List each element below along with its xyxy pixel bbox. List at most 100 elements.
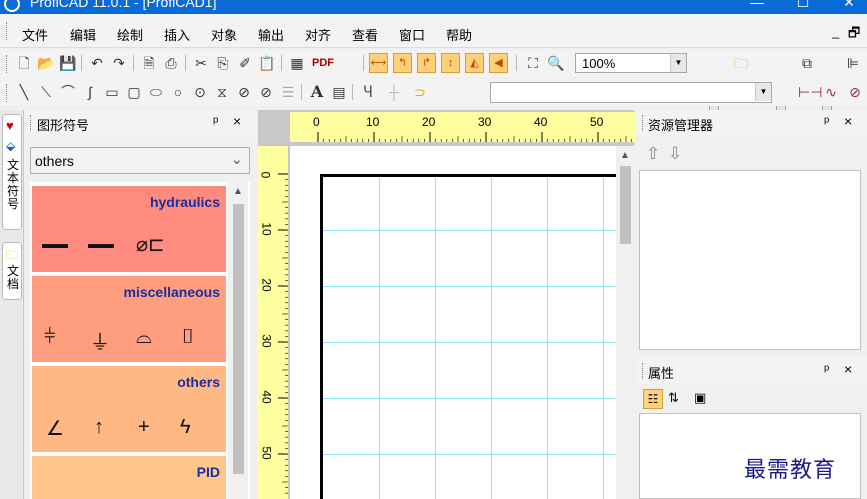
toolbar-grip[interactable] bbox=[6, 84, 8, 102]
ellipse-tool-icon[interactable]: ⬭ bbox=[147, 83, 165, 101]
export-image-icon[interactable]: ▦ bbox=[288, 54, 306, 72]
close-button[interactable]: ✕ bbox=[829, 0, 867, 11]
menu-object[interactable]: 对象 bbox=[211, 25, 237, 44]
menu-help[interactable]: 帮助 bbox=[446, 25, 472, 44]
rounded-rect-tool-icon[interactable]: ▢ bbox=[125, 83, 143, 101]
library-card-pid[interactable]: PID bbox=[32, 456, 226, 499]
symbol-glyph: ⌀⊏ bbox=[136, 234, 165, 256]
rectangle-tool-icon[interactable]: ▭ bbox=[103, 83, 121, 101]
polyline-tool-icon[interactable]: ⟍ bbox=[37, 83, 55, 101]
resource-tree[interactable] bbox=[639, 170, 861, 350]
close-icon[interactable]: × bbox=[844, 361, 852, 377]
slashed-circle-icon[interactable]: ⊘ bbox=[235, 83, 253, 101]
flip-horizontal-icon[interactable]: ⟷ bbox=[369, 53, 388, 73]
layers-icon[interactable]: ⧉ bbox=[798, 54, 816, 72]
wire-tool-icon[interactable]: Ⴗ bbox=[359, 83, 377, 101]
angle-dimension-icon[interactable]: ∿ bbox=[822, 83, 840, 101]
copy-icon[interactable]: ⎘ bbox=[214, 54, 232, 72]
lens-tool-icon[interactable]: ⊘ bbox=[257, 83, 275, 101]
scroll-thumb[interactable] bbox=[233, 204, 244, 474]
save-icon[interactable]: 💾 bbox=[59, 54, 77, 72]
pin-icon[interactable]: ᵖ bbox=[824, 361, 829, 377]
text-block-icon[interactable]: ▤ bbox=[330, 83, 348, 101]
paste-icon[interactable]: 📋 bbox=[258, 54, 276, 72]
print-icon[interactable]: ⎙ bbox=[162, 54, 180, 72]
align-left-icon[interactable]: ◀ bbox=[489, 53, 508, 73]
drawing-paper[interactable] bbox=[290, 146, 616, 499]
panel-grip[interactable] bbox=[30, 115, 32, 131]
line-tool-icon[interactable]: ╲ bbox=[15, 83, 33, 101]
panel-grip[interactable] bbox=[642, 363, 644, 379]
menu-align[interactable]: 对齐 bbox=[305, 25, 331, 44]
no-entry-icon[interactable]: ⊘ bbox=[846, 83, 864, 101]
folder-icon[interactable]: 🗀 bbox=[732, 54, 750, 72]
menu-view[interactable]: 查看 bbox=[352, 25, 378, 44]
library-title: PID bbox=[196, 464, 220, 480]
menu-draw[interactable]: 绘制 bbox=[117, 25, 143, 44]
rotate-right-icon[interactable]: ↱ bbox=[417, 53, 436, 73]
library-scrollbar[interactable]: ▲ bbox=[228, 182, 248, 499]
menu-insert[interactable]: 插入 bbox=[164, 25, 190, 44]
open-folder-icon[interactable]: 📂 bbox=[37, 54, 55, 72]
menu-file[interactable]: 文件 bbox=[22, 25, 48, 44]
dimension-tool-icon[interactable]: ⊢⊣ bbox=[798, 83, 822, 101]
zoom-combo[interactable]: 100% ▼ bbox=[575, 53, 687, 73]
junction-tool-icon[interactable]: ┼ bbox=[385, 83, 403, 101]
arrow-down-icon[interactable]: ⇩ bbox=[668, 144, 682, 164]
toolbar-grip[interactable] bbox=[6, 55, 8, 73]
category-select[interactable]: others ⌄ bbox=[30, 147, 250, 174]
tab-documents[interactable]: 🗀 文档 bbox=[2, 242, 22, 300]
chevron-down-icon[interactable]: ▼ bbox=[670, 54, 686, 72]
hatch-tool-icon[interactable]: ☰ bbox=[279, 83, 297, 101]
menu-edit[interactable]: 编辑 bbox=[70, 25, 96, 44]
scroll-up-icon[interactable]: ▲ bbox=[617, 150, 633, 161]
canvas-scrollbar[interactable]: ▲ bbox=[616, 146, 634, 499]
mdi-restore-button[interactable]: 🗗 bbox=[848, 24, 860, 46]
mdi-minimize-button[interactable]: _ bbox=[832, 24, 839, 39]
circle-tool-icon[interactable]: ○ bbox=[169, 83, 187, 101]
bus-tool-icon[interactable]: ⊃ bbox=[411, 83, 429, 101]
mirror-icon[interactable]: ◭ bbox=[465, 53, 484, 73]
align-tools-icon[interactable]: ⊫ bbox=[844, 54, 862, 72]
categorized-view-icon[interactable]: ☷ bbox=[643, 389, 663, 409]
panel-grip[interactable] bbox=[642, 115, 644, 131]
cut-icon[interactable]: ✂ bbox=[192, 54, 210, 72]
menu-window[interactable]: 窗口 bbox=[399, 25, 425, 44]
print-preview-icon[interactable]: 🗎 bbox=[140, 54, 158, 72]
arc-tool-icon[interactable]: ⌒ bbox=[59, 83, 77, 101]
sort-alpha-icon[interactable]: ⇅ bbox=[668, 390, 679, 406]
zoom-icon[interactable]: 🔍 bbox=[547, 54, 565, 72]
library-card-hydraulics[interactable]: hydraulics ▬▬ ▬▬ ⌀⊏ bbox=[32, 186, 226, 272]
menubar-grip[interactable] bbox=[6, 22, 8, 40]
circle-center-tool-icon[interactable]: ⊙ bbox=[191, 83, 209, 101]
undo-icon[interactable]: ↶ bbox=[88, 54, 106, 72]
maximize-button[interactable]: ☐ bbox=[783, 0, 823, 11]
text-tool-icon[interactable]: A bbox=[308, 83, 326, 101]
curve-tool-icon[interactable]: ∫ bbox=[81, 83, 99, 101]
library-card-miscellaneous[interactable]: miscellaneous ⫩ ⏚ ⌓ ⌷ bbox=[32, 276, 226, 362]
line-style-combo[interactable]: ▼ bbox=[490, 82, 772, 103]
redo-icon[interactable]: ↷ bbox=[110, 54, 128, 72]
close-icon[interactable]: × bbox=[233, 113, 241, 129]
hourglass-tool-icon[interactable]: ⧖ bbox=[213, 83, 231, 101]
zoom-fit-icon[interactable]: ⛶ bbox=[524, 54, 542, 72]
minimize-button[interactable]: — bbox=[737, 0, 777, 10]
ruler-label: 20 bbox=[422, 115, 436, 129]
pdf-export-icon[interactable]: PDF bbox=[310, 54, 336, 72]
rotate-left-icon[interactable]: ↰ bbox=[393, 53, 412, 73]
tab-symbols[interactable]: ♥ ⬙ 文本符号 bbox=[2, 114, 22, 230]
resource-panel-header: 资源管理器 ᵖ × bbox=[636, 110, 867, 135]
library-card-others[interactable]: others ∠ ↑ + ϟ bbox=[32, 366, 226, 452]
scroll-up-icon[interactable]: ▲ bbox=[230, 186, 246, 197]
scroll-thumb[interactable] bbox=[620, 166, 631, 244]
format-painter-icon[interactable]: ✐ bbox=[236, 54, 254, 72]
chevron-down-icon[interactable]: ▼ bbox=[755, 83, 771, 101]
pin-icon[interactable]: ᵖ bbox=[824, 113, 829, 129]
arrow-up-icon[interactable]: ⇧ bbox=[646, 144, 660, 164]
property-pages-icon[interactable]: ▣ bbox=[694, 390, 706, 406]
menu-output[interactable]: 输出 bbox=[258, 25, 284, 44]
close-icon[interactable]: × bbox=[844, 113, 852, 129]
pin-icon[interactable]: ᵖ bbox=[213, 113, 218, 129]
flip-vertical-icon[interactable]: ↕ bbox=[441, 53, 460, 73]
new-file-icon[interactable]: 🗋 bbox=[15, 54, 33, 72]
